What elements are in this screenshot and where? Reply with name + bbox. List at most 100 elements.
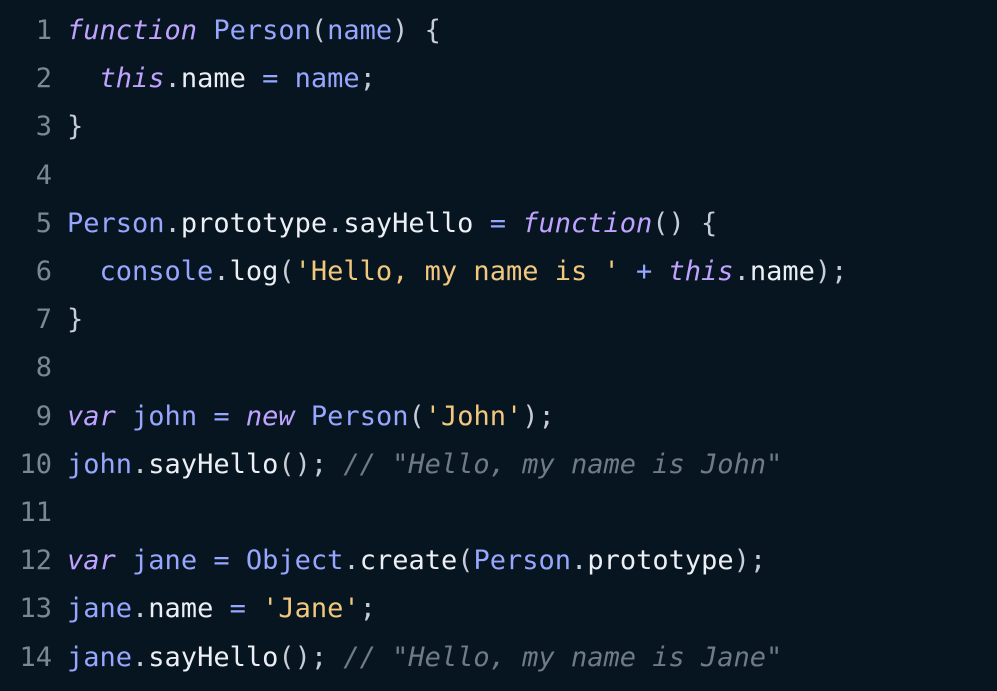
code-token: . [132, 448, 149, 480]
code-token: (); [278, 448, 344, 480]
code-token: new [245, 400, 295, 432]
line-number: 2 [35, 63, 52, 95]
code-token: ( [408, 400, 425, 432]
code-line[interactable]: 8 [0, 344, 997, 392]
code-token: name [327, 15, 393, 46]
code-token: log [229, 256, 279, 287]
line-number: 9 [35, 400, 52, 432]
code-token: . [164, 63, 181, 95]
code-token: . [327, 207, 344, 239]
line-code: var jane = Object.create(Person.prototyp… [67, 537, 766, 585]
code-token: = [213, 400, 230, 432]
code-line[interactable]: 11 [0, 489, 997, 537]
code-line[interactable]: 6 console.log('Hello, my name is ' + thi… [0, 248, 997, 296]
code-token: . [343, 545, 360, 577]
code-token: (); [278, 641, 344, 673]
line-code: console.log('Hello, my name is ' + this.… [67, 248, 848, 296]
code-token: ); [522, 400, 555, 432]
line-number: 5 [35, 207, 52, 239]
code-token: . [132, 593, 149, 625]
code-token: . [213, 256, 230, 287]
code-token: var [67, 400, 116, 432]
code-token: . [164, 207, 181, 239]
line-number: 4 [35, 159, 52, 191]
code-token: jane [132, 545, 198, 577]
code-token: create [359, 545, 458, 577]
code-token: // "Hello, my name is John" [343, 448, 783, 480]
code-token: john [67, 448, 133, 480]
code-token: . [571, 545, 588, 577]
code-line[interactable]: 7} [0, 296, 997, 344]
code-token: 'Jane' [262, 593, 360, 625]
code-line[interactable]: 4 [0, 152, 997, 200]
code-token: sayHello [343, 207, 474, 239]
code-token: ( [278, 256, 295, 287]
code-token: prototype [180, 207, 328, 239]
code-token: ); [733, 545, 767, 577]
code-token: = [213, 545, 230, 577]
code-token: ) { [392, 15, 441, 46]
code-line[interactable]: 9 var john = new Person('John'); [0, 393, 997, 441]
code-line[interactable]: 2 this.name = name; [0, 55, 997, 103]
code-token: Person [67, 207, 165, 239]
line-number: 3 [35, 111, 52, 143]
code-token: 'John' [424, 400, 523, 432]
line-number: 8 [35, 352, 52, 384]
line-code: john.sayHello(); // "Hello, my name is J… [67, 441, 782, 489]
code-token: this [99, 63, 165, 95]
code-token: Object [245, 545, 344, 577]
code-token: name [749, 256, 815, 287]
code-token: . [733, 256, 750, 287]
code-token: } [67, 304, 84, 336]
line-code: } [67, 296, 83, 344]
code-token: function [522, 207, 653, 239]
code-token: sayHello [148, 641, 279, 673]
code-token: // "Hello, my name is Jane" [343, 641, 783, 673]
code-token: = [229, 593, 246, 625]
line-number: 6 [35, 256, 52, 287]
line-code: jane.sayHello(); // "Hello, my name is J… [67, 634, 782, 682]
code-line[interactable]: 1 function Person(name) { [0, 7, 997, 55]
code-line[interactable]: 14 jane.sayHello(); // "Hello, my name is… [0, 634, 997, 682]
line-code: var john = new Person('John'); [67, 393, 555, 441]
line-code: Person.prototype.sayHello = function() { [67, 200, 717, 248]
code-token: ( [457, 545, 474, 577]
code-token: () { [652, 207, 718, 239]
code-line[interactable]: 3} [0, 103, 997, 151]
code-line[interactable]: 13 jane.name = 'Jane'; [0, 585, 997, 633]
line-number: 1 [35, 15, 52, 46]
line-number: 10 [19, 448, 52, 480]
line-code: this.name = name; [67, 55, 376, 103]
code-token: ( [310, 15, 328, 46]
code-token: prototype [587, 545, 734, 577]
code-token: } [67, 111, 84, 143]
code-editor[interactable]: 1 function Person(name) {2 this.name = na… [0, 0, 997, 691]
code-token: console [99, 256, 214, 287]
code-token: 'Hello, my name is ' [294, 256, 620, 287]
code-token: name [180, 63, 246, 95]
code-line[interactable]: 10 john.sayHello(); // "Hello, my name is… [0, 441, 997, 489]
code-token: var [67, 545, 116, 577]
code-token: Person [473, 545, 572, 577]
code-token: name [294, 63, 360, 95]
line-number: 14 [19, 641, 52, 673]
code-line[interactable]: 12 var jane = Object.create(Person.protot… [0, 537, 997, 585]
code-token: + [636, 256, 653, 287]
code-line[interactable]: 5 Person.prototype.sayHello = function() … [0, 200, 997, 248]
code-token: Person [310, 400, 409, 432]
code-token: ); [814, 256, 848, 287]
